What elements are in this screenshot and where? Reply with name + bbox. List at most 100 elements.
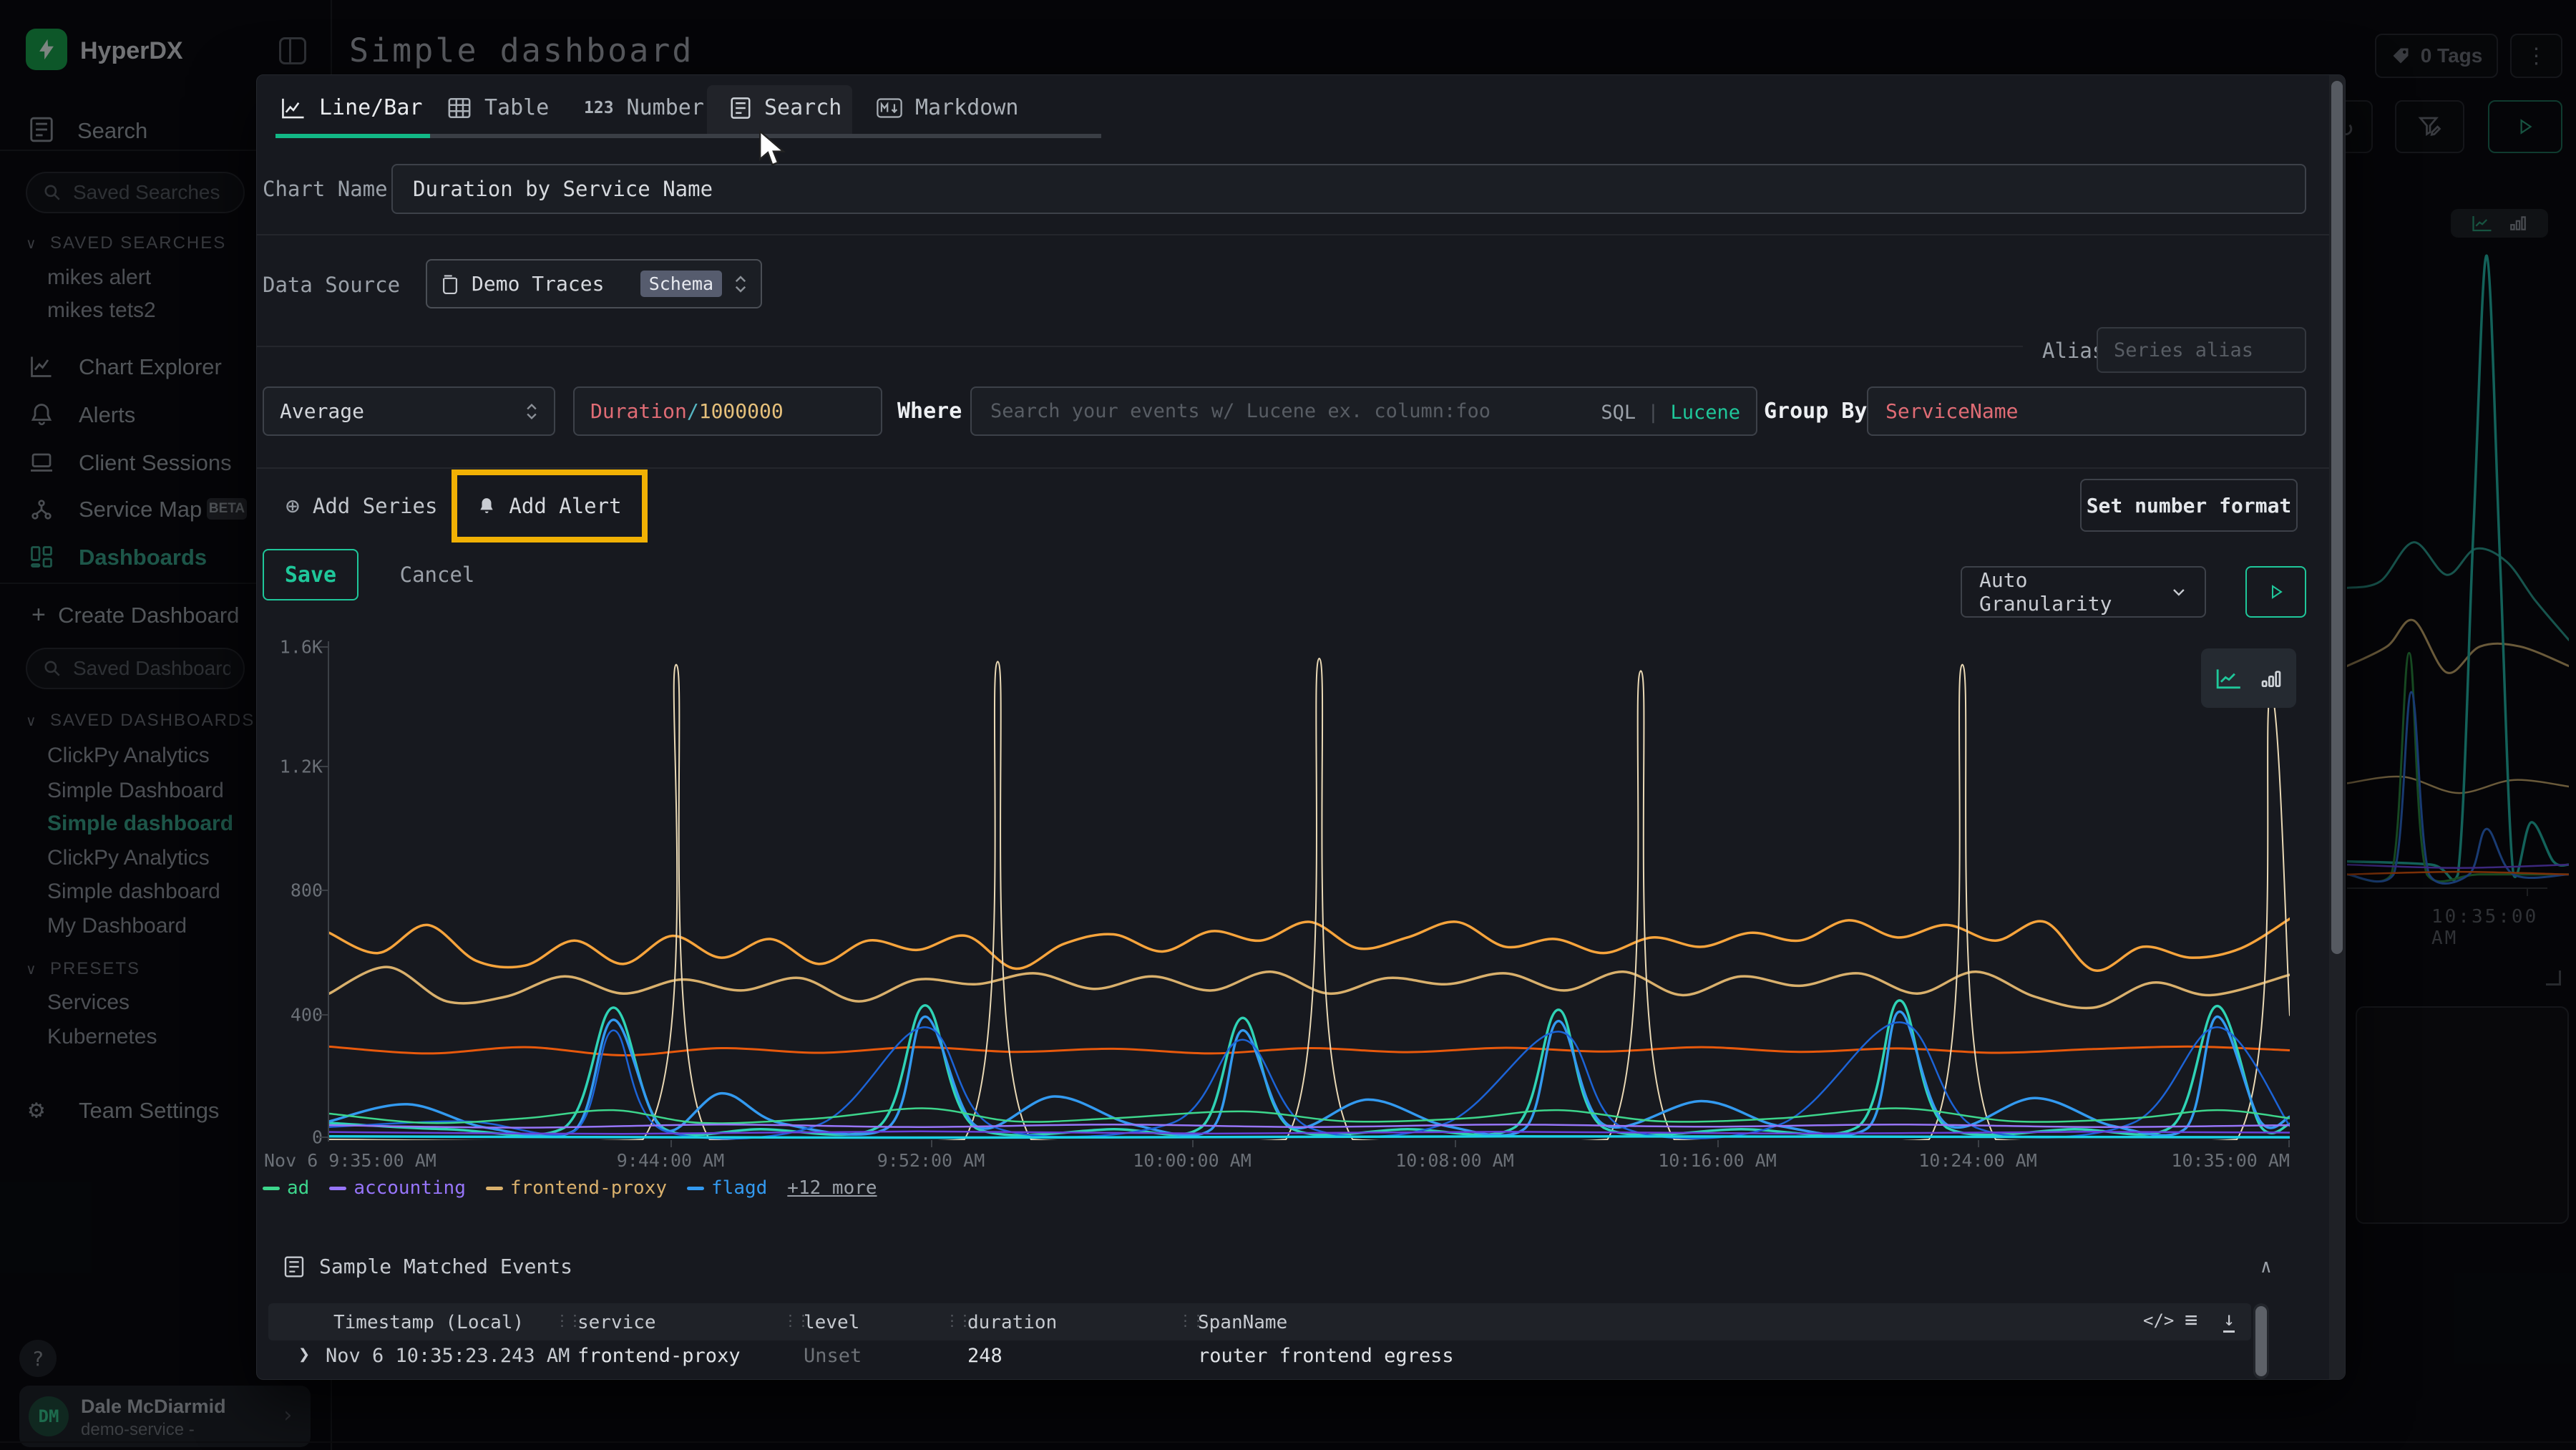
cell-service[interactable]: frontend-proxy — [577, 1345, 741, 1367]
chart-name-input[interactable] — [391, 164, 2306, 214]
aggregation-value: Average — [280, 399, 364, 423]
y-axis-tick-label: 1.6K — [257, 637, 323, 658]
cell-level[interactable]: Unset — [804, 1378, 862, 1380]
metric-field: Duration — [590, 399, 687, 423]
run-chart-button[interactable] — [2245, 566, 2306, 618]
tab-search[interactable]: Search — [730, 95, 841, 120]
x-axis-tick-label: 9:44:00 AM — [617, 1150, 725, 1171]
sql-toggle[interactable]: SQL — [1601, 402, 1636, 424]
cell-timestamp[interactable]: Nov 6 10:35:23.243 AM — [326, 1378, 570, 1380]
plus-circle-icon: ⊕ — [286, 492, 300, 520]
search-doc-icon — [730, 96, 751, 120]
y-axis-tick-label: 1.2K — [257, 756, 323, 777]
database-icon — [440, 273, 460, 295]
legend-more-link[interactable]: +12 more — [787, 1177, 877, 1199]
download-icon[interactable]: ↓ — [2223, 1309, 2235, 1333]
column-header-duration[interactable]: duration — [967, 1312, 1057, 1333]
group-by-label: Group By — [1764, 399, 1868, 424]
chart-type-toggle[interactable] — [2201, 648, 2296, 708]
data-source-value: Demo Traces — [472, 272, 604, 296]
legend-swatch — [329, 1187, 346, 1190]
granularity-select[interactable]: Auto Granularity — [1961, 566, 2206, 618]
collapse-chevron-icon[interactable]: ∧ — [2260, 1256, 2272, 1278]
column-header-spanname[interactable]: SpanName — [1198, 1312, 1287, 1333]
code-view-icon[interactable]: </> — [2143, 1310, 2174, 1330]
cell-level[interactable]: Unset — [804, 1345, 862, 1367]
mouse-cursor — [757, 130, 794, 170]
lucene-toggle[interactable]: Lucene — [1670, 402, 1740, 424]
modal-scrollbar-track[interactable] — [2329, 75, 2345, 1379]
divider — [257, 467, 2345, 469]
chart-name-field[interactable] — [411, 176, 2286, 202]
group-by-input[interactable]: ServiceName — [1867, 386, 2306, 436]
legend-item[interactable]: flagd — [687, 1177, 767, 1199]
markdown-icon — [877, 97, 902, 119]
where-label: Where — [897, 399, 962, 424]
add-alert-highlight-box: Add Alert — [452, 469, 648, 542]
events-scrollbar-track[interactable] — [2253, 1303, 2269, 1379]
x-axis-tick-label: 10:16:00 AM — [1658, 1150, 1777, 1171]
set-number-format-button[interactable]: Set number format — [2080, 479, 2298, 532]
schema-badge: Schema — [640, 271, 722, 297]
where-search-field[interactable] — [989, 399, 1613, 423]
legend-item[interactable]: accounting — [329, 1177, 466, 1199]
where-search-input[interactable]: SQL | Lucene — [970, 386, 1757, 436]
row-density-icon[interactable]: ≡ — [2185, 1308, 2197, 1333]
duration-line-chart[interactable] — [329, 641, 2290, 1140]
cell-duration[interactable]: 248 — [967, 1345, 1002, 1367]
x-axis-tick-label: 10:24:00 AM — [1918, 1150, 2037, 1171]
toggle-divider: | — [1647, 402, 1659, 424]
column-header-level[interactable]: level — [804, 1312, 859, 1333]
cancel-button[interactable]: Cancel — [394, 549, 480, 600]
cell-service[interactable]: frontend-proxy — [577, 1378, 741, 1380]
tab-table[interactable]: Table — [447, 95, 549, 120]
query-language-toggle[interactable]: SQL | Lucene — [1601, 388, 1740, 437]
modal-scrollbar-thumb[interactable] — [2331, 81, 2343, 954]
legend-item[interactable]: frontend-proxy — [486, 1177, 667, 1199]
sample-events-header[interactable]: Sample Matched Events — [283, 1255, 572, 1278]
cell-timestamp[interactable]: Nov 6 10:35:23.243 AM — [326, 1345, 570, 1367]
alias-input[interactable] — [2097, 327, 2306, 373]
y-axis-tick-label: 0 — [257, 1127, 323, 1148]
cell-spanname[interactable]: router frontend egress — [1198, 1378, 1454, 1380]
row-expand-chevron[interactable]: ❯ — [298, 1376, 310, 1380]
x-axis-tick-label: 10:00:00 AM — [1133, 1150, 1252, 1171]
aggregation-select[interactable]: Average — [263, 386, 555, 436]
tab-line-bar[interactable]: Line/Bar — [280, 95, 423, 120]
row-expand-chevron[interactable]: ❯ — [298, 1343, 310, 1366]
data-source-label: Data Source — [263, 273, 400, 297]
chart-legend: ad accounting frontend-proxy flagd +12 m… — [263, 1177, 877, 1199]
drag-handle-icon[interactable]: ⋮⋮ — [555, 1312, 580, 1329]
x-axis-tick-label: 10:35:00 AM — [2171, 1150, 2290, 1171]
events-scrollbar-thumb[interactable] — [2255, 1306, 2267, 1376]
chevron-down-icon — [2170, 583, 2187, 600]
legend-item[interactable]: ad — [263, 1177, 309, 1199]
play-icon — [2268, 583, 2285, 600]
add-series-button[interactable]: ⊕ Add Series — [286, 492, 437, 520]
number-123-icon: 123 — [584, 99, 614, 117]
events-list-icon — [283, 1255, 305, 1278]
chart-name-label: Chart Name — [263, 177, 388, 201]
legend-swatch — [687, 1187, 704, 1190]
table-icon — [447, 96, 472, 120]
cell-duration[interactable]: 248 — [967, 1378, 1002, 1380]
add-alert-button[interactable]: Add Alert — [457, 475, 642, 537]
line-chart-icon — [280, 97, 306, 120]
metric-operator: / — [687, 399, 699, 423]
drag-handle-icon[interactable]: ⋮⋮ — [945, 1312, 970, 1329]
alias-field[interactable] — [2112, 339, 2290, 362]
bell-icon — [477, 496, 496, 516]
save-button[interactable]: Save — [263, 549, 358, 600]
data-source-select[interactable]: Demo Traces Schema — [426, 259, 762, 308]
x-axis-tick-label: 10:08:00 AM — [1395, 1150, 1514, 1171]
select-updown-icon — [525, 402, 538, 422]
metric-expression-input[interactable]: Duration/1000000 — [573, 386, 882, 436]
column-header-service[interactable]: service — [577, 1312, 656, 1333]
app-screen: HyperDX Simple dashboard 0 Tags ⋮ ↻ Sear… — [0, 0, 2576, 1450]
tab-markdown[interactable]: Markdown — [877, 95, 1019, 120]
column-header-timestamp[interactable]: Timestamp (Local) — [333, 1312, 524, 1333]
divider — [257, 346, 2023, 347]
tab-number[interactable]: 123 Number — [584, 95, 704, 120]
line-chart-icon — [2215, 666, 2243, 691]
cell-spanname[interactable]: router frontend egress — [1198, 1345, 1454, 1367]
